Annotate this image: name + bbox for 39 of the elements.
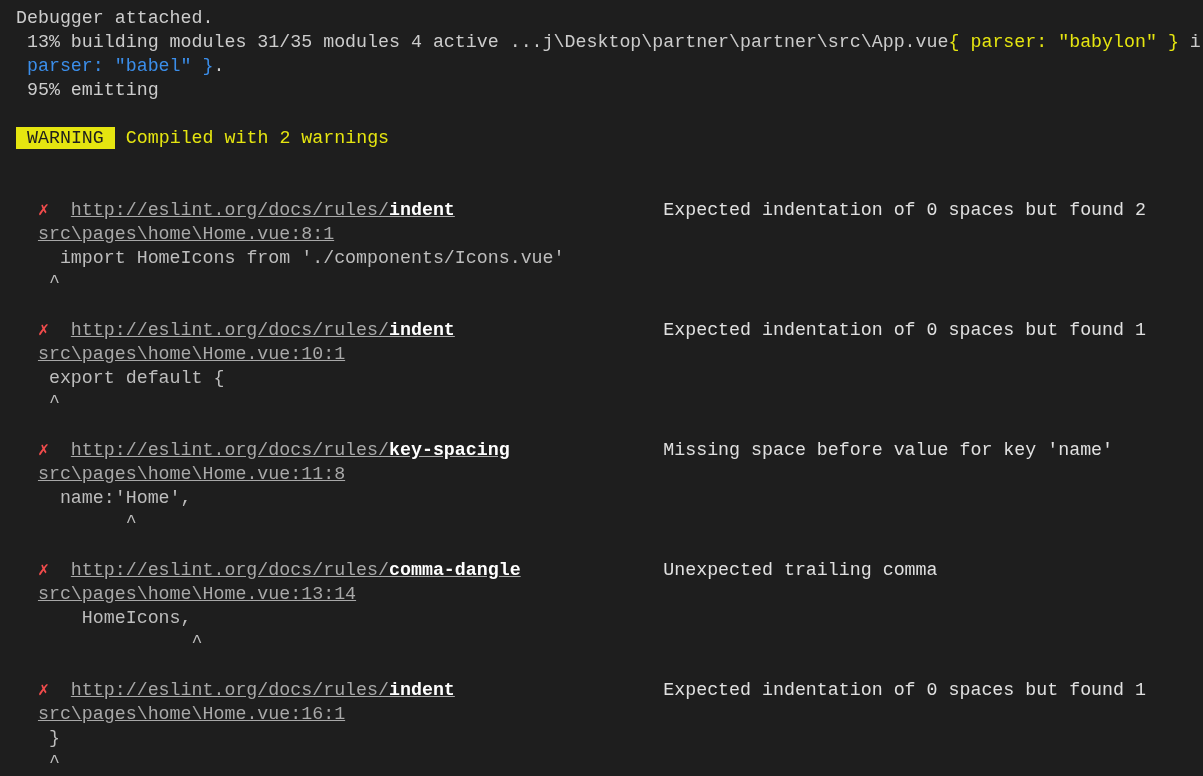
error-mark: ✗ [37,439,50,462]
error-mark: ✗ [37,199,50,222]
rule-link[interactable]: http://eslint.org/docs/rules/indent [70,198,455,222]
warning-badge: WARNING [16,127,115,149]
code-line: } [47,728,60,748]
file-location-link[interactable]: src\pages\home\Home.vue:10:1 [37,342,346,366]
code-line: HomeIcons, [80,608,192,628]
log-text: parser: "babel" } [25,55,214,78]
error-mark: ✗ [37,679,50,702]
caret-pointer: ^ [47,272,60,292]
error-message: Expected indentation of 0 spaces but found 1 [663,679,1146,702]
caret-pointer: ^ [47,392,60,412]
file-location-link[interactable]: src\pages\home\Home.vue:16:1 [37,702,346,726]
file-location-link[interactable]: src\pages\home\Home.vue:8:1 [37,222,335,246]
file-location-link[interactable]: src\pages\home\Home.vue:13:14 [37,582,357,606]
log-text: . [213,55,225,78]
code-line: import HomeIcons from './components/Icons.vue' [58,248,565,268]
error-mark: ✗ [37,559,50,582]
caret-pointer: ^ [190,632,203,652]
log-text: 13% building modules 31/35 modules 4 active ...j\Desktop\partner\partner\src\App.vue [25,31,949,54]
log-text: { parser: "babylon" } [948,31,1179,54]
error-message: Unexpected trailing comma [663,559,938,582]
log-text: 95% emitting [25,79,159,102]
rule-link[interactable]: http://eslint.org/docs/rules/comma-dangle [70,558,521,582]
error-message: Missing space before value for key 'name' [663,439,1114,462]
error-message: Expected indentation of 0 spaces but found 2 [663,199,1146,222]
rule-link[interactable]: http://eslint.org/docs/rules/key-spacing [70,438,510,462]
code-line: name:'Home', [58,488,192,508]
error-message: Expected indentation of 0 spaces but found 1 [663,319,1146,342]
caret-pointer: ^ [47,752,60,772]
log-text: i [1188,31,1201,54]
code-line: export default { [47,368,225,388]
warning-message: Compiled with 2 warnings [125,127,390,150]
rule-link[interactable]: http://eslint.org/docs/rules/indent [70,318,455,342]
error-mark: ✗ [37,319,50,342]
log-text: Debugger attached. [16,7,214,30]
caret-pointer: ^ [124,512,137,532]
rule-link[interactable]: http://eslint.org/docs/rules/indent [70,678,455,702]
file-location-link[interactable]: src\pages\home\Home.vue:11:8 [37,462,346,486]
